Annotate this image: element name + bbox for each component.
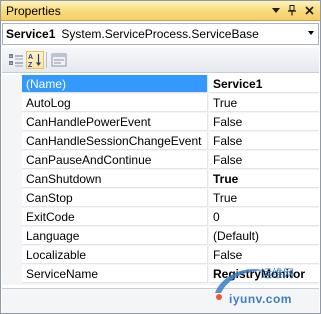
row-margin: [2, 189, 22, 208]
close-icon[interactable]: [302, 3, 316, 18]
property-row[interactable]: CanShutdown True: [2, 170, 319, 189]
row-margin: [2, 246, 22, 265]
property-row[interactable]: Language (Default): [2, 227, 319, 246]
row-margin: [2, 265, 22, 284]
window-title: Properties: [6, 4, 61, 18]
property-value[interactable]: Service1: [209, 75, 319, 93]
window-position-dropdown-icon[interactable]: [269, 3, 283, 18]
property-name[interactable]: ExitCode: [22, 208, 208, 226]
properties-toolbar: A Z: [2, 48, 319, 73]
alphabetical-icon[interactable]: A Z: [26, 51, 44, 69]
row-margin: [2, 75, 22, 94]
property-value[interactable]: False: [209, 113, 319, 131]
pin-icon[interactable]: [285, 3, 299, 18]
property-value[interactable]: False: [209, 132, 319, 150]
property-name[interactable]: ServiceName: [22, 265, 208, 283]
row-margin: [2, 113, 22, 132]
property-name[interactable]: CanHandleSessionChangeEvent: [22, 132, 208, 150]
watermark-cjk-text: 运维网: [261, 268, 294, 280]
object-name: Service1: [6, 27, 56, 41]
object-type: System.ServiceProcess.ServiceBase: [61, 27, 259, 41]
property-value[interactable]: True: [209, 189, 319, 207]
chevron-down-icon[interactable]: [308, 31, 314, 35]
watermark: 运维网 iyunv.com: [209, 263, 319, 311]
row-margin: [2, 151, 22, 170]
property-grid: (Name) Service1 AutoLog True CanHandlePowerE…: [2, 75, 319, 285]
svg-text:Z: Z: [28, 62, 33, 68]
property-value[interactable]: (Default): [209, 227, 319, 245]
property-value[interactable]: False: [209, 151, 319, 169]
property-row[interactable]: (Name) Service1: [2, 75, 319, 94]
row-margin: [2, 170, 22, 189]
toolbar-separator: [46, 52, 47, 68]
object-selector-combobox[interactable]: Service1 System.ServiceProcess.ServiceBa…: [2, 23, 319, 45]
property-name[interactable]: Localizable: [22, 246, 208, 264]
properties-window: Properties Service1 System.ServiceProces…: [0, 0, 321, 314]
property-name[interactable]: CanShutdown: [22, 170, 208, 188]
property-name[interactable]: (Name): [22, 75, 208, 93]
property-row[interactable]: CanStop True: [2, 189, 319, 208]
svg-text:A: A: [28, 54, 33, 61]
categorized-icon[interactable]: [7, 51, 25, 69]
watermark-text: iyunv.com: [229, 292, 292, 306]
property-row[interactable]: ExitCode 0: [2, 208, 319, 227]
row-margin: [2, 132, 22, 151]
title-bar[interactable]: Properties: [1, 1, 320, 21]
property-pages-icon[interactable]: [50, 51, 68, 69]
property-name[interactable]: CanPauseAndContinue: [22, 151, 208, 169]
property-value[interactable]: False: [209, 246, 319, 264]
property-row[interactable]: CanHandleSessionChangeEvent False: [2, 132, 319, 151]
property-value[interactable]: 0: [209, 208, 319, 226]
property-row[interactable]: AutoLog True: [2, 94, 319, 113]
property-row[interactable]: CanPauseAndContinue False: [2, 151, 319, 170]
property-value[interactable]: True: [209, 170, 319, 188]
property-value[interactable]: True: [209, 94, 319, 112]
property-name[interactable]: CanStop: [22, 189, 208, 207]
property-name[interactable]: CanHandlePowerEvent: [22, 113, 208, 131]
row-margin: [2, 227, 22, 246]
property-row[interactable]: CanHandlePowerEvent False: [2, 113, 319, 132]
property-name[interactable]: AutoLog: [22, 94, 208, 112]
property-name[interactable]: Language: [22, 227, 208, 245]
row-margin: [2, 94, 22, 113]
row-margin: [2, 208, 22, 227]
